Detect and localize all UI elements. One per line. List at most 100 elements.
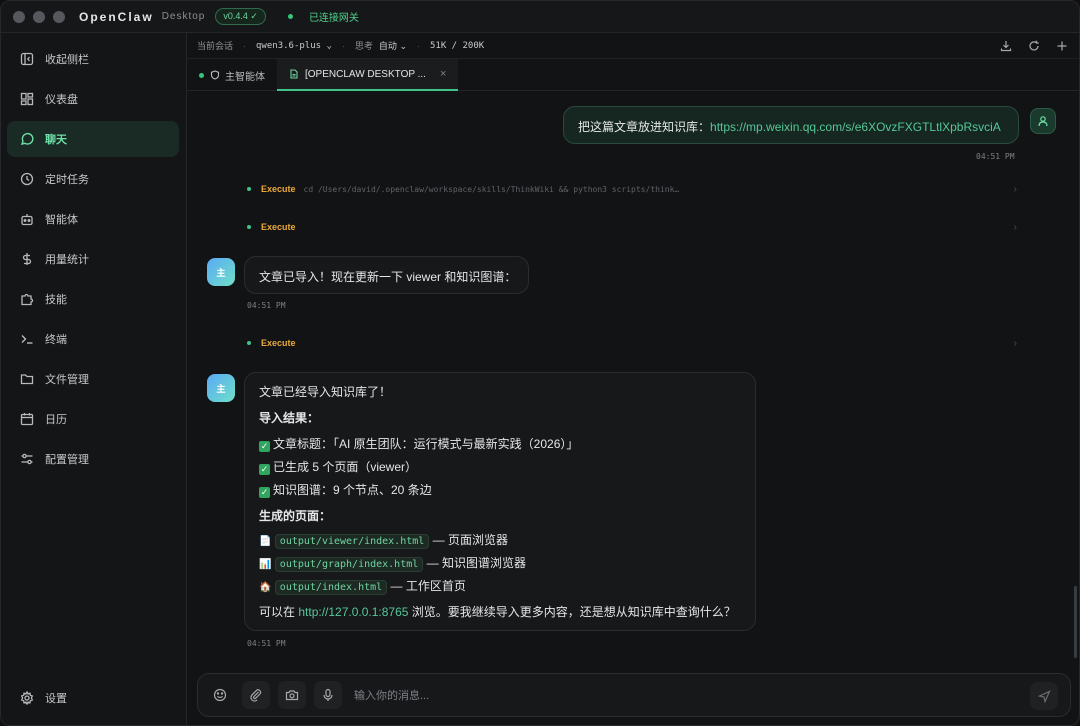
sidebar-item-terminal[interactable]: 终端 xyxy=(7,321,179,357)
online-dot xyxy=(199,72,204,78)
message-timestamp: 04:51 PM xyxy=(247,301,286,310)
window-controls xyxy=(13,10,65,23)
think-value: 自动 xyxy=(378,41,397,51)
sidebar-item-chat[interactable]: 聊天 xyxy=(7,121,179,157)
version-badge: v0.4.4 ✓ xyxy=(215,8,266,25)
minimize-window-button[interactable] xyxy=(33,10,45,23)
chat-scrollbar[interactable] xyxy=(1074,586,1077,658)
maximize-window-button[interactable] xyxy=(53,10,65,23)
execute-label: Execute xyxy=(261,222,296,232)
page-item: 📊 output/graph/index.html — 知识图谱浏览器 xyxy=(259,554,526,572)
tab-label: 主智能体 xyxy=(225,71,265,83)
voice-button[interactable] xyxy=(314,681,342,709)
sidebar-item-skills[interactable]: 技能 xyxy=(7,281,179,317)
user-message-prefix: 把这篇文章放进知识库： xyxy=(578,120,711,134)
camera-icon xyxy=(285,690,299,701)
message-composer: 输入你的消息... xyxy=(197,673,1071,717)
execute-label: Execute xyxy=(261,338,296,348)
file-icon xyxy=(289,69,299,79)
result-text: 文章标题：「AI 原生团队：运行模式与最新实践（2026）」 xyxy=(273,437,579,451)
smile-icon xyxy=(213,688,227,702)
user-icon xyxy=(1038,116,1048,127)
tab-label: [OPENCLAW DESKTOP ... xyxy=(305,68,426,80)
app-window: OpenClaw Desktop v0.4.4 ✓ 已连接网关 收起侧栏 仪表盘… xyxy=(0,0,1080,726)
sidebar-item-dashboard[interactable]: 仪表盘 xyxy=(7,81,179,117)
attach-button[interactable] xyxy=(242,681,270,709)
assistant-message: 文章已导入！现在更新一下 viewer 和知识图谱： xyxy=(244,256,529,294)
page-path[interactable]: output/viewer/index.html xyxy=(274,534,430,549)
chevron-right-icon: › xyxy=(1013,337,1017,349)
execute-step[interactable]: Execute › xyxy=(247,335,1017,351)
think-selector[interactable]: 自动 ⌄ xyxy=(379,39,407,52)
sidebar-item-config[interactable]: 配置管理 xyxy=(7,441,179,477)
tab-main-agent[interactable]: 主智能体 xyxy=(187,59,277,91)
user-message: 把这篇文章放进知识库：https://mp.weixin.qq.com/s/e6… xyxy=(563,106,1019,144)
think-label: 思考 xyxy=(354,41,373,51)
execute-step[interactable]: Execute cd /Users/david/.openclaw/worksp… xyxy=(247,181,1017,197)
terminal-icon xyxy=(19,331,35,347)
close-window-button[interactable] xyxy=(13,10,25,23)
page-path[interactable]: output/graph/index.html xyxy=(274,557,424,572)
page-item: 🏠 output/index.html — 工作区首页 xyxy=(259,577,466,595)
execute-label: Execute xyxy=(261,184,296,194)
result-item: ✓ 知识图谱：9 个节点、20 条边 xyxy=(259,481,432,498)
article-link[interactable]: https://mp.weixin.qq.com/s/e6XOvzFXGTLtl… xyxy=(710,120,1001,134)
separator: · xyxy=(341,40,345,51)
sidebar-item-label: 定时任务 xyxy=(45,174,89,186)
message-footer: 可以在 http://127.0.0.1:8765 浏览。要我继续导入更多内容，… xyxy=(259,603,736,620)
sidebar-item-label: 用量统计 xyxy=(45,254,89,266)
check-icon: ✓ xyxy=(259,441,270,452)
folder-icon xyxy=(19,371,35,387)
separator: · xyxy=(416,40,420,51)
token-usage: 51K / 200K xyxy=(429,40,485,51)
result-item: ✓ 已生成 5 个页面（viewer） xyxy=(259,458,417,475)
tab-bar: 主智能体 [OPENCLAW DESKTOP ... × xyxy=(187,59,1079,91)
microphone-icon xyxy=(323,688,333,701)
chevron-down-icon: ⌄ xyxy=(326,40,332,51)
check-icon: ✓ xyxy=(259,464,270,475)
sidebar-item-agents[interactable]: 智能体 xyxy=(7,201,179,237)
robot-icon xyxy=(19,211,35,227)
status-dot xyxy=(247,225,251,229)
send-button[interactable] xyxy=(1030,682,1058,710)
dashboard-icon xyxy=(19,91,35,107)
message-input[interactable]: 输入你的消息... xyxy=(354,687,429,703)
check-icon: ✓ xyxy=(259,487,270,498)
shield-icon xyxy=(210,70,220,80)
refresh-icon[interactable] xyxy=(1025,37,1043,55)
chevron-right-icon: › xyxy=(1013,221,1017,233)
settings-button[interactable]: 设置 xyxy=(7,680,179,716)
chat-icon xyxy=(19,131,35,147)
header-actions xyxy=(997,37,1071,55)
sidebar-item-usage[interactable]: 用量统计 xyxy=(7,241,179,277)
local-server-link[interactable]: http://127.0.0.1:8765 xyxy=(298,605,408,619)
assistant-avatar: 主 xyxy=(207,258,235,286)
execute-step[interactable]: Execute › xyxy=(247,219,1017,235)
status-dot xyxy=(247,187,251,191)
message-line: 文章已经导入知识库了！ xyxy=(259,385,392,399)
emoji-button[interactable] xyxy=(206,681,234,709)
download-icon[interactable] xyxy=(997,37,1015,55)
chevron-right-icon: › xyxy=(1013,183,1017,195)
model-selector[interactable]: qwen3.6-plus ⌄ xyxy=(256,41,332,51)
sidebar-item-label: 技能 xyxy=(45,294,67,306)
sidebar: 收起侧栏 仪表盘 聊天 定时任务 智能体 用量统计 技能 终端 文件管理 日历 … xyxy=(1,33,187,725)
page-desc: — 页面浏览器 xyxy=(432,533,508,547)
result-text: 知识图谱：9 个节点、20 条边 xyxy=(273,483,432,497)
section-heading: 生成的页面： xyxy=(259,509,332,523)
result-item: ✓ 文章标题：「AI 原生团队：运行模式与最新实践（2026）」 xyxy=(259,435,578,452)
add-icon[interactable] xyxy=(1053,37,1071,55)
assistant-message-text: 文章已导入！现在更新一下 viewer 和知识图谱： xyxy=(259,270,517,284)
sliders-icon xyxy=(19,451,35,467)
section-heading: 导入结果： xyxy=(259,411,320,425)
page-path[interactable]: output/index.html xyxy=(274,580,388,595)
collapse-sidebar-button[interactable]: 收起侧栏 xyxy=(7,41,179,77)
camera-button[interactable] xyxy=(278,681,306,709)
sidebar-item-scheduled-tasks[interactable]: 定时任务 xyxy=(7,161,179,197)
tab-openclaw-desktop[interactable]: [OPENCLAW DESKTOP ... × xyxy=(277,59,459,91)
sidebar-item-files[interactable]: 文件管理 xyxy=(7,361,179,397)
close-icon[interactable]: × xyxy=(440,68,446,80)
calendar-icon xyxy=(19,411,35,427)
page-desc: — 工作区首页 xyxy=(390,579,466,593)
sidebar-item-calendar[interactable]: 日历 xyxy=(7,401,179,437)
